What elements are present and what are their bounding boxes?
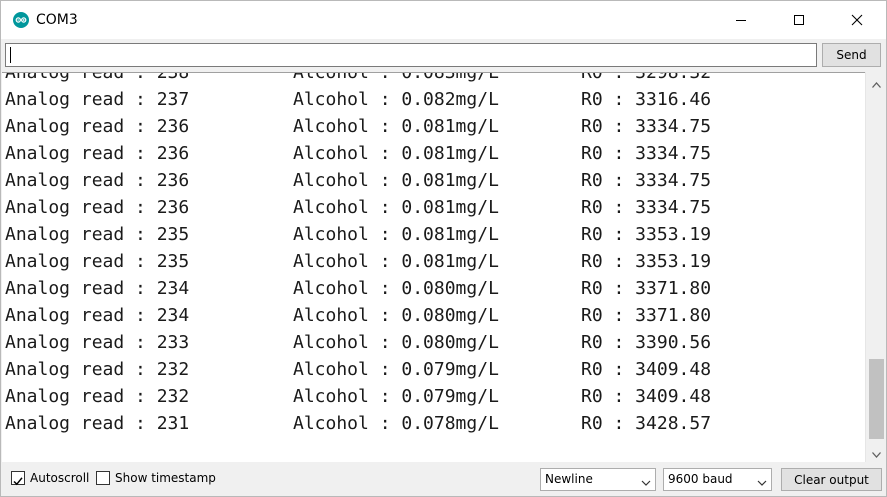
- r0-text: R0 : 3390.56: [581, 332, 712, 353]
- serial-monitor-window: COM3 Send Analog read : 238 Alcohol : 0.0…: [0, 0, 887, 497]
- analog-read-text: Analog read : 233: [5, 332, 190, 353]
- output-line: Analog read : 236 Alcohol : 0.081mg/L R0 :…: [5, 140, 711, 167]
- text-caret: [10, 47, 11, 63]
- chevron-up-icon: [871, 73, 881, 92]
- analog-read-text: Analog read : 232: [5, 359, 190, 380]
- r0-text: R0 : 3334.75: [581, 197, 712, 218]
- r0-text: R0 : 3334.75: [581, 143, 712, 164]
- checkmark-icon: [12, 472, 24, 491]
- analog-read-text: Analog read : 234: [5, 278, 190, 299]
- alcohol-text: Alcohol : 0.079mg/L: [293, 359, 499, 380]
- output-line: Analog read : 231 Alcohol : 0.078mg/L R0 :…: [5, 410, 711, 437]
- output-line: Analog read : 236 Alcohol : 0.081mg/L R0 :…: [5, 167, 711, 194]
- r0-text: R0 : 3409.48: [581, 359, 712, 380]
- vertical-scrollbar[interactable]: [865, 72, 886, 462]
- line-ending-select[interactable]: Newline: [540, 468, 656, 491]
- alcohol-text: Alcohol : 0.081mg/L: [293, 224, 499, 245]
- r0-text: R0 : 3371.80: [581, 278, 712, 299]
- analog-read-text: Analog read : 238: [5, 72, 190, 83]
- close-icon: [851, 11, 863, 30]
- analog-read-text: Analog read : 236: [5, 170, 190, 191]
- serial-output[interactable]: Analog read : 238 Alcohol : 0.083mg/L R0 :…: [2, 72, 865, 462]
- analog-read-text: Analog read : 237: [5, 89, 190, 110]
- r0-text: R0 : 3334.75: [581, 116, 712, 137]
- output-line: Analog read : 237 Alcohol : 0.082mg/L R0 :…: [5, 86, 711, 113]
- send-button[interactable]: Send: [822, 43, 881, 67]
- r0-text: R0 : 3316.46: [581, 89, 712, 110]
- output-line: Analog read : 232 Alcohol : 0.079mg/L R0 :…: [5, 383, 711, 410]
- autoscroll-checkbox[interactable]: [11, 471, 25, 486]
- maximize-icon: [793, 11, 805, 30]
- r0-text: R0 : 3353.19: [581, 251, 712, 272]
- output-line: Analog read : 235 Alcohol : 0.081mg/L R0 :…: [5, 221, 711, 248]
- alcohol-text: Alcohol : 0.081mg/L: [293, 116, 499, 137]
- r0-text: R0 : 3371.80: [581, 305, 712, 326]
- bottom-toolbar: Autoscroll Show timestamp Newline 9600 b…: [1, 462, 886, 496]
- output-line: Analog read : 234 Alcohol : 0.080mg/L R0 :…: [5, 275, 711, 302]
- minimize-button[interactable]: [712, 1, 770, 39]
- scroll-up-button[interactable]: [866, 72, 886, 92]
- send-input[interactable]: [5, 43, 817, 67]
- alcohol-text: Alcohol : 0.081mg/L: [293, 170, 499, 191]
- autoscroll-label: Autoscroll: [30, 471, 90, 485]
- minimize-icon: [735, 11, 747, 30]
- chevron-down-icon: [871, 443, 881, 462]
- output-line: Analog read : 236 Alcohol : 0.081mg/L R0 :…: [5, 113, 711, 140]
- alcohol-text: Alcohol : 0.081mg/L: [293, 143, 499, 164]
- analog-read-text: Analog read : 236: [5, 143, 190, 164]
- analog-read-text: Analog read : 236: [5, 116, 190, 137]
- line-ending-value: Newline: [545, 472, 593, 486]
- window-title: COM3: [36, 12, 78, 28]
- alcohol-text: Alcohol : 0.081mg/L: [293, 251, 499, 272]
- alcohol-text: Alcohol : 0.079mg/L: [293, 386, 499, 407]
- chevron-down-icon: [641, 474, 651, 495]
- close-button[interactable]: [828, 1, 886, 39]
- baud-rate-value: 9600 baud: [668, 472, 733, 486]
- output-lines: Analog read : 238 Alcohol : 0.083mg/L R0 :…: [5, 72, 712, 437]
- analog-read-text: Analog read : 231: [5, 413, 190, 434]
- output-line: Analog read : 233 Alcohol : 0.080mg/L R0 :…: [5, 329, 711, 356]
- alcohol-text: Alcohol : 0.080mg/L: [293, 278, 499, 299]
- r0-text: R0 : 3334.75: [581, 170, 712, 191]
- r0-text: R0 : 3428.57: [581, 413, 712, 434]
- output-line: Analog read : 234 Alcohol : 0.080mg/L R0 :…: [5, 302, 711, 329]
- r0-text: R0 : 3353.19: [581, 224, 712, 245]
- r0-text: R0 : 3298.32: [581, 72, 712, 83]
- output-line: Analog read : 235 Alcohol : 0.081mg/L R0 :…: [5, 248, 711, 275]
- analog-read-text: Analog read : 234: [5, 305, 190, 326]
- output-line: Analog read : 232 Alcohol : 0.079mg/L R0 :…: [5, 356, 711, 383]
- alcohol-text: Alcohol : 0.082mg/L: [293, 89, 499, 110]
- scroll-thumb[interactable]: [869, 359, 884, 439]
- scroll-down-button[interactable]: [866, 442, 886, 462]
- output-line: Analog read : 236 Alcohol : 0.081mg/L R0 :…: [5, 194, 711, 221]
- analog-read-text: Analog read : 236: [5, 197, 190, 218]
- chevron-down-icon: [757, 474, 767, 495]
- alcohol-text: Alcohol : 0.078mg/L: [293, 413, 499, 434]
- alcohol-text: Alcohol : 0.081mg/L: [293, 197, 499, 218]
- title-bar[interactable]: COM3: [1, 1, 886, 39]
- show-timestamp-label: Show timestamp: [115, 471, 216, 485]
- alcohol-text: Alcohol : 0.083mg/L: [293, 72, 499, 83]
- alcohol-text: Alcohol : 0.080mg/L: [293, 332, 499, 353]
- analog-read-text: Analog read : 235: [5, 224, 190, 245]
- baud-rate-select[interactable]: 9600 baud: [663, 468, 772, 491]
- show-timestamp-checkbox[interactable]: [96, 471, 110, 485]
- analog-read-text: Analog read : 232: [5, 386, 190, 407]
- maximize-button[interactable]: [770, 1, 828, 39]
- send-row: Send: [1, 39, 886, 72]
- alcohol-text: Alcohol : 0.080mg/L: [293, 305, 499, 326]
- output-line: Analog read : 238 Alcohol : 0.083mg/L R0 :…: [5, 72, 712, 86]
- r0-text: R0 : 3409.48: [581, 386, 712, 407]
- analog-read-text: Analog read : 235: [5, 251, 190, 272]
- arduino-icon: [13, 12, 29, 28]
- clear-output-button[interactable]: Clear output: [781, 468, 882, 491]
